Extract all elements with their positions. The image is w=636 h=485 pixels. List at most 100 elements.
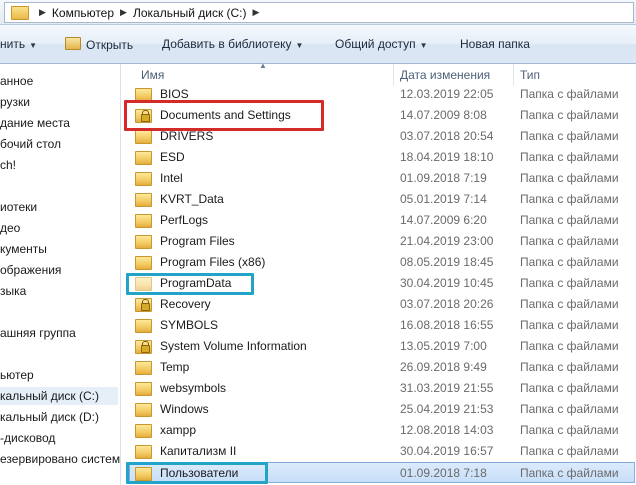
add-to-library-button[interactable]: Добавить в библиотеку ▼ (162, 37, 303, 51)
chevron-right-icon[interactable]: ▶ (120, 7, 127, 18)
file-row[interactable]: Program Files 21.04.2019 23:00 Папка с фай… (130, 231, 634, 252)
nav-item[interactable]: дание места (0, 114, 70, 132)
file-row[interactable]: ProgramData 30.04.2019 10:45 Папка с файла… (130, 273, 634, 294)
file-row[interactable]: PerfLogs 14.07.2009 6:20 Папка с файлами (130, 210, 634, 231)
file-name: Recovery (160, 297, 211, 311)
file-row[interactable]: ESD 18.04.2019 18:10 Папка с файлами (130, 147, 634, 168)
file-date: 01.09.2018 7:18 (400, 466, 487, 480)
new-folder-button[interactable]: Новая папка (460, 37, 530, 51)
nav-item[interactable]: зыка (0, 282, 26, 300)
open-folder-icon (65, 37, 81, 50)
chevron-right-icon[interactable]: ▶ (253, 7, 260, 18)
file-date: 30.04.2019 16:57 (400, 444, 494, 458)
file-row[interactable]: websymbols 31.03.2019 21:55 Папка с файлам… (130, 378, 634, 399)
breadcrumb-drive-c[interactable]: Локальный диск (C:) (133, 6, 247, 20)
file-name: Documents and Settings (160, 108, 291, 122)
nav-item[interactable]: рузки (0, 93, 30, 111)
nav-item[interactable]: анное (0, 72, 33, 90)
file-row[interactable]: BIOS 12.03.2019 22:05 Папка с файлами (130, 84, 634, 105)
folder-icon (135, 467, 152, 481)
file-date: 12.03.2019 22:05 (400, 87, 494, 101)
file-type: Папка с файлами (520, 466, 619, 480)
file-type: Папка с файлами (520, 444, 619, 458)
column-header-date[interactable]: Дата изменения (400, 68, 490, 82)
folder-icon (135, 319, 152, 333)
column-header-name[interactable]: Имя (141, 68, 164, 82)
nav-item[interactable]: -дисковод (0, 429, 55, 447)
file-type: Папка с файлами (520, 129, 619, 143)
nav-item[interactable]: езервировано систем (0, 450, 120, 468)
file-date: 31.03.2019 21:55 (400, 381, 494, 395)
folder-icon (135, 235, 152, 249)
file-type: Папка с файлами (520, 171, 619, 185)
file-name: ProgramData (160, 276, 232, 290)
address-bar: ▶ Компьютер ▶ Локальный диск (C:) ▶ (0, 0, 636, 25)
folder-icon (135, 277, 152, 291)
file-type: Папка с файлами (520, 87, 619, 101)
nav-item[interactable]: ображения (0, 261, 61, 279)
file-row[interactable]: DRIVERS 03.07.2018 20:54 Папка с файлами (130, 126, 634, 147)
folder-icon (135, 445, 152, 459)
chevron-down-icon: ▼ (295, 41, 304, 50)
file-date: 18.04.2019 18:10 (400, 150, 494, 164)
computer-icon (11, 5, 29, 20)
file-type: Папка с файлами (520, 360, 619, 374)
folder-icon (135, 256, 152, 270)
file-row[interactable]: KVRT_Data 05.01.2019 7:14 Папка с файлами (130, 189, 634, 210)
file-row[interactable]: Капитализм II 30.04.2019 16:57 Папка с фай… (130, 441, 634, 462)
folder-icon (135, 403, 152, 417)
open-button[interactable]: Открыть (65, 37, 133, 52)
nav-item[interactable]: део (0, 219, 20, 237)
nav-item[interactable]: кальный диск (C:) (0, 387, 118, 405)
nav-item[interactable]: бочий стол (0, 135, 61, 153)
chevron-right-icon[interactable]: ▶ (39, 7, 46, 18)
file-type: Папка с файлами (520, 318, 619, 332)
file-row[interactable]: Intel 01.09.2018 7:19 Папка с файлами (130, 168, 634, 189)
navigation-pane: анное рузки дание места бочий стол ch! иотеки… (0, 64, 121, 485)
nav-item[interactable]: ашняя группа (0, 324, 76, 342)
nav-item[interactable]: ch! (0, 156, 16, 174)
organize-label: нить (0, 37, 26, 51)
file-row[interactable]: xampp 12.08.2018 14:03 Папка с файлами (130, 420, 634, 441)
column-divider[interactable] (513, 64, 514, 86)
folder-icon (135, 130, 152, 144)
file-name: Капитализм II (160, 444, 237, 458)
file-name: KVRT_Data (160, 192, 224, 206)
file-row[interactable]: Documents and Settings 14.07.2009 8:08 Пап… (130, 105, 634, 126)
file-type: Папка с файлами (520, 213, 619, 227)
organize-button[interactable]: нить ▼ (0, 37, 37, 51)
column-divider[interactable] (393, 64, 394, 86)
file-name: PerfLogs (160, 213, 209, 227)
file-row[interactable]: SYMBOLS 16.08.2018 16:55 Папка с файлами (130, 315, 634, 336)
file-date: 08.05.2019 18:45 (400, 255, 494, 269)
file-name: SYMBOLS (160, 318, 219, 332)
file-type: Папка с файлами (520, 150, 619, 164)
chevron-down-icon: ▼ (29, 41, 37, 50)
file-type: Папка с файлами (520, 423, 619, 437)
folder-icon (135, 172, 152, 186)
file-row[interactable]: Пользователи 01.09.2018 7:18 Папка с файла… (129, 462, 635, 483)
file-name: xampp (160, 423, 197, 437)
share-button[interactable]: Общий доступ ▼ (335, 37, 428, 51)
nav-item[interactable]: ьютер (0, 366, 34, 384)
file-type: Папка с файлами (520, 339, 619, 353)
sort-ascending-icon: ▲ (259, 61, 267, 70)
file-date: 30.04.2019 10:45 (400, 276, 494, 290)
file-row[interactable]: System Volume Information 13.05.2019 7:00… (130, 336, 634, 357)
file-row[interactable]: Temp 26.09.2018 9:49 Папка с файлами (130, 357, 634, 378)
nav-item[interactable]: иотеки (0, 198, 37, 216)
file-type: Папка с файлами (520, 276, 619, 290)
breadcrumb-computer[interactable]: Компьютер (52, 6, 114, 20)
lock-icon (141, 341, 150, 353)
file-row[interactable]: Windows 25.04.2019 21:53 Папка с файлами (130, 399, 634, 420)
nav-item[interactable]: кальный диск (D:) (0, 408, 99, 426)
file-type: Папка с файлами (520, 297, 619, 311)
file-type: Папка с файлами (520, 402, 619, 416)
lock-icon (141, 299, 150, 311)
file-row[interactable]: Recovery 03.07.2018 20:26 Папка с файлами (130, 294, 634, 315)
nav-item[interactable]: кументы (0, 240, 47, 258)
address-box[interactable]: ▶ Компьютер ▶ Локальный диск (C:) ▶ (4, 2, 634, 23)
file-row[interactable]: Program Files (x86) 08.05.2019 18:45 Папка… (130, 252, 634, 273)
file-name: Program Files (160, 234, 235, 248)
column-header-type[interactable]: Тип (520, 68, 540, 82)
